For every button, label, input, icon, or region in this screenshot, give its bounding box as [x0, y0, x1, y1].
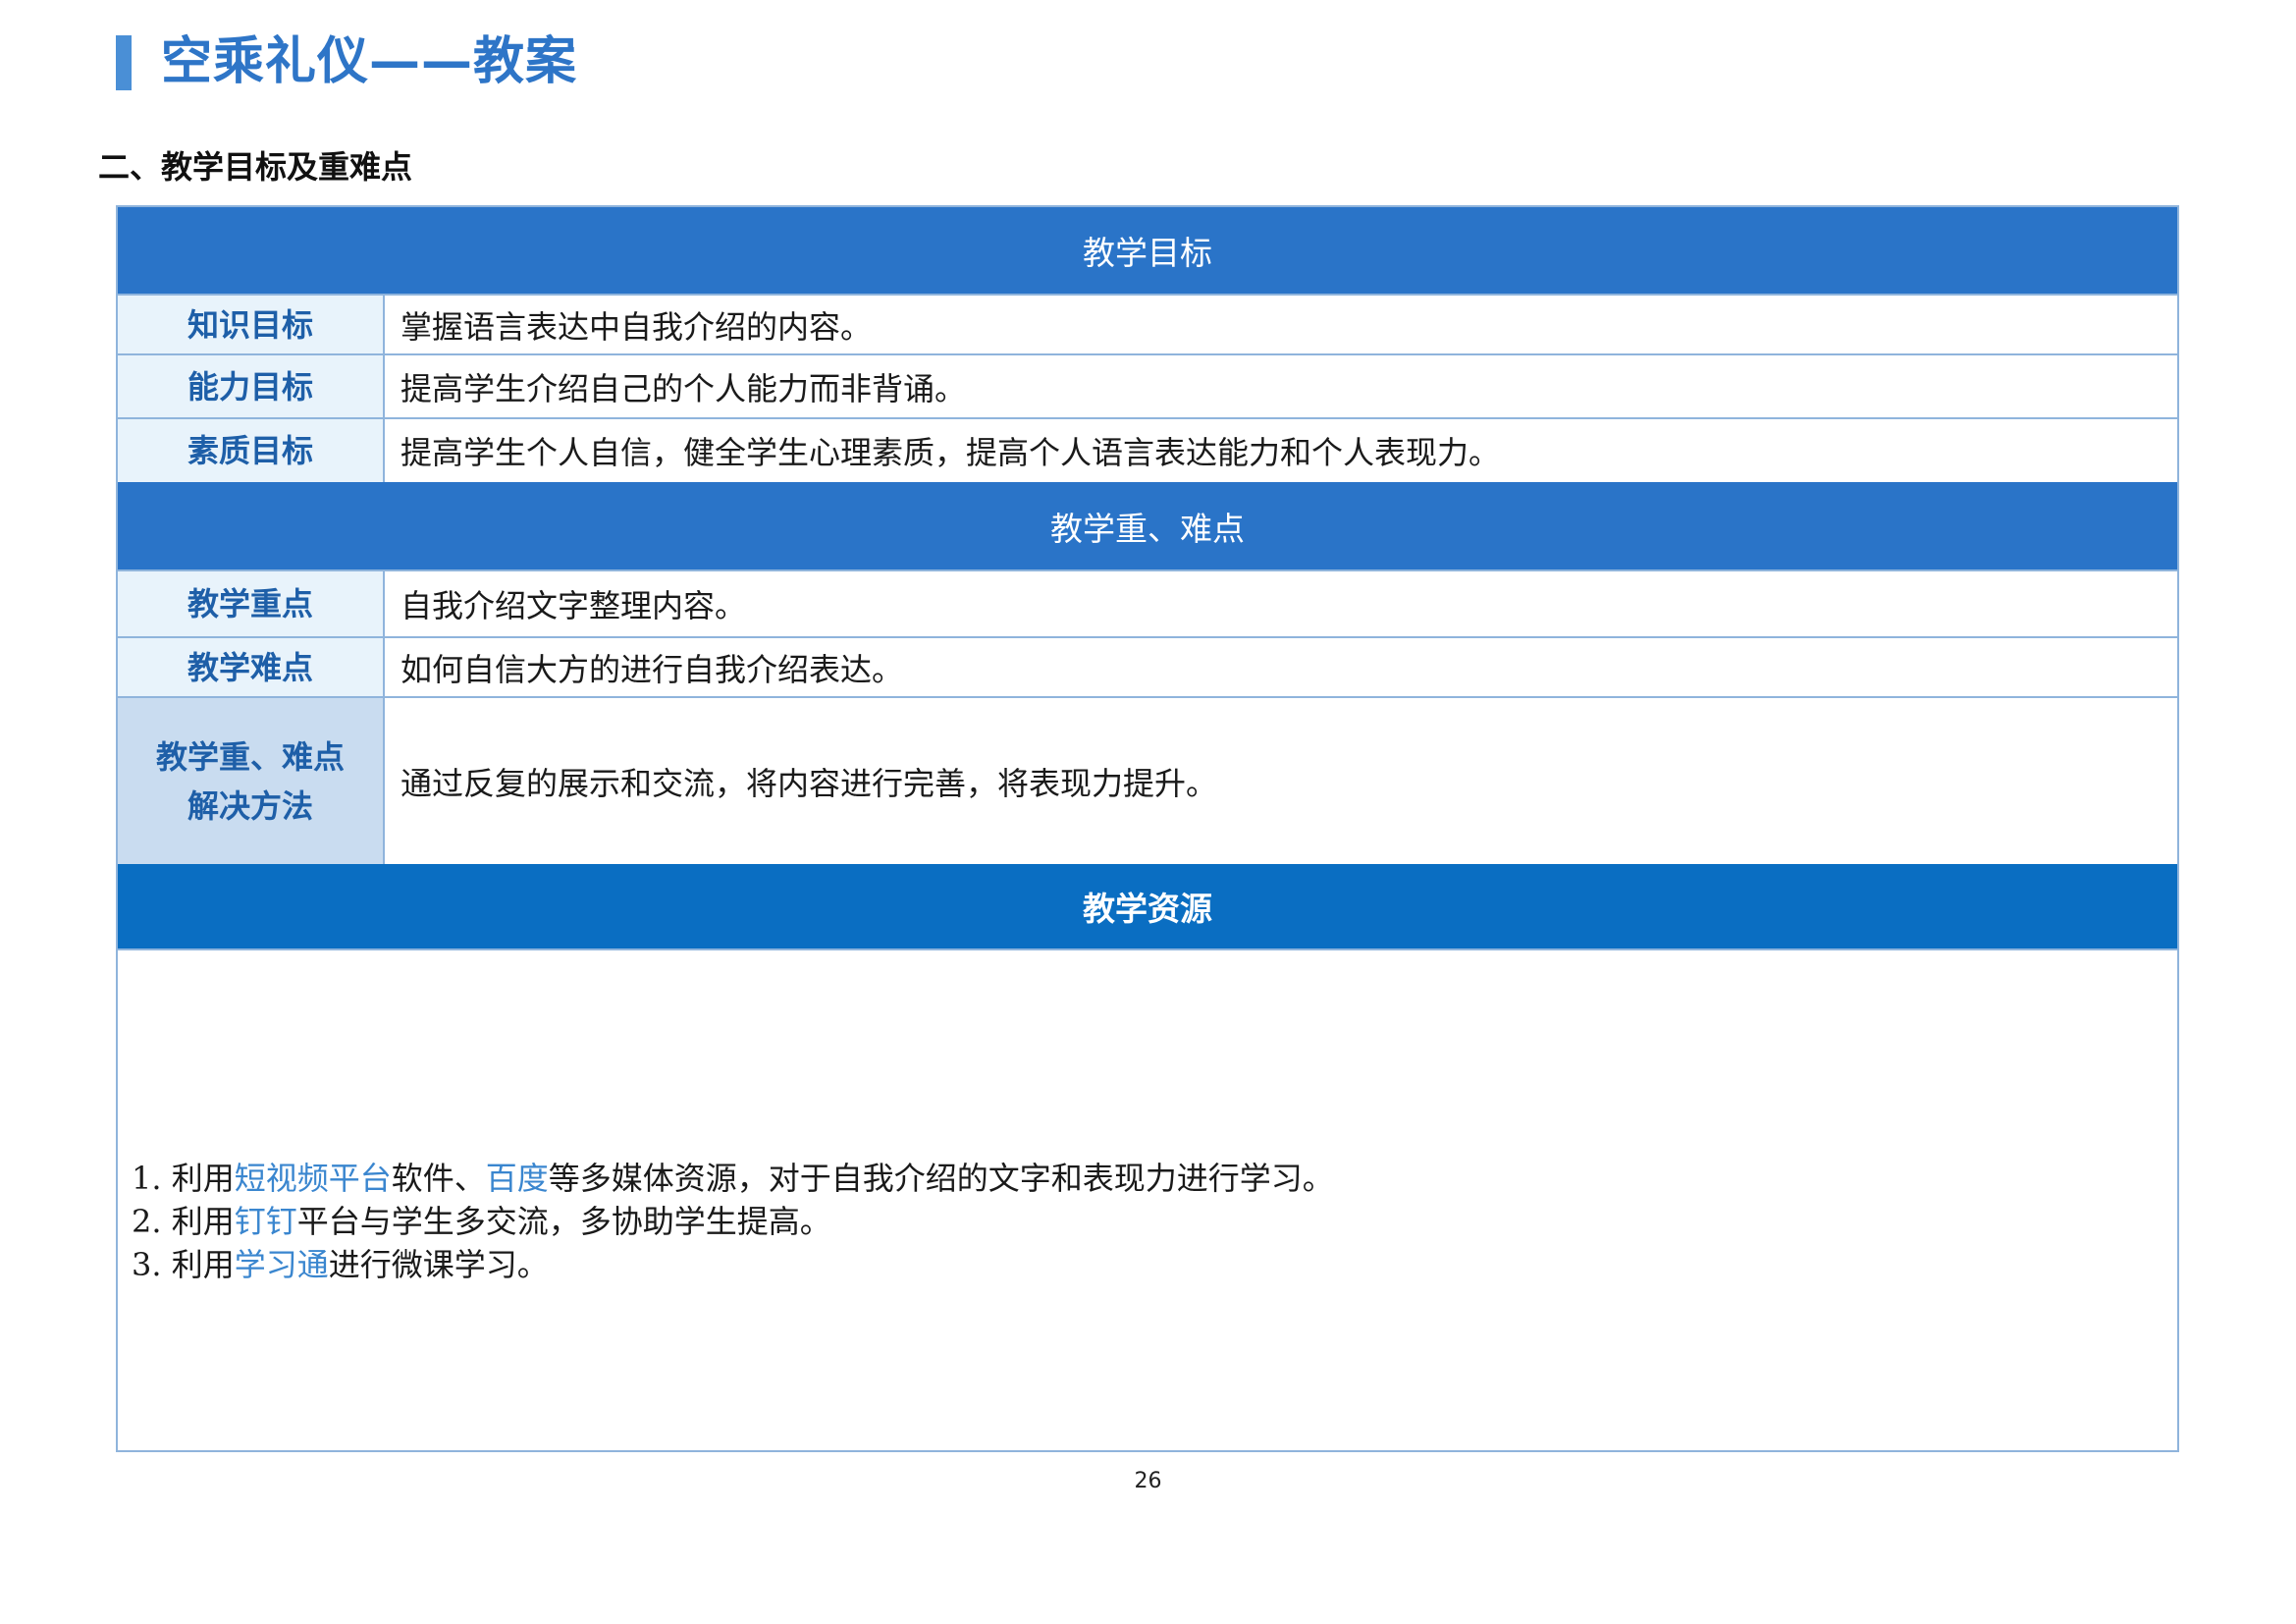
row-value-quality: 提高学生个人自信，健全学生心理素质，提高个人语言表达能力和个人表现力。 — [400, 434, 1501, 471]
resource-suffix: 进行微课学习。 — [328, 1246, 549, 1283]
table-row: 教学重、难点 解决方法 通过反复的展示和交流，将内容进行完善，将表现力提升。 — [118, 696, 2177, 864]
row-label-knowledge: 知识目标 — [118, 296, 385, 353]
title-accent-bar — [116, 35, 132, 90]
table-row: 知识目标 掌握语言表达中自我介绍的内容。 — [118, 294, 2177, 353]
document-title: 空乘礼仪——教案 — [161, 32, 578, 91]
list-item: 1. 利用短视频平台软件、百度等多媒体资源，对于自我介绍的文字和表现力进行学习。 — [132, 1157, 2177, 1200]
row-label-ability: 能力目标 — [118, 355, 385, 417]
row-value-difficult-point: 如何自信大方的进行自我介绍表达。 — [400, 650, 904, 688]
method-label-line1: 教学重、难点 — [155, 737, 345, 776]
list-item: 2. 利用钉钉平台与学生多交流，多协助学生提高。 — [132, 1200, 2177, 1243]
resource-suffix: 等多媒体资源，对于自我介绍的文字和表现力进行学习。 — [548, 1160, 1334, 1197]
resource-prefix: 3. 利用 — [132, 1246, 235, 1283]
page-number: 26 — [1134, 1469, 1162, 1493]
table-row: 素质目标 提高学生个人自信，健全学生心理素质，提高个人语言表达能力和个人表现力。 — [118, 417, 2177, 482]
resources-body: 1. 利用短视频平台软件、百度等多媒体资源，对于自我介绍的文字和表现力进行学习。… — [118, 948, 2177, 1450]
table-row: 教学重点 自我介绍文字整理内容。 — [118, 569, 2177, 636]
section-heading: 二、教学目标及重难点 — [98, 148, 413, 186]
key-points-header: 教学重、难点 — [118, 482, 2177, 569]
row-label-quality: 素质目标 — [118, 419, 385, 482]
resource-middle: 软件、 — [391, 1160, 486, 1197]
resource-highlight: 学习通 — [234, 1246, 329, 1283]
resource-highlight: 钉钉 — [234, 1203, 297, 1240]
row-label-method: 教学重、难点 解决方法 — [118, 698, 385, 864]
row-value-knowledge: 掌握语言表达中自我介绍的内容。 — [400, 307, 873, 346]
row-label-difficult-point: 教学难点 — [118, 638, 385, 696]
row-value-method: 通过反复的展示和交流，将内容进行完善，将表现力提升。 — [400, 764, 1218, 802]
resource-highlight: 百度 — [485, 1160, 549, 1197]
list-item: 3. 利用学习通进行微课学习。 — [132, 1243, 2177, 1286]
resource-suffix: 平台与学生多交流，多协助学生提高。 — [296, 1203, 831, 1240]
method-label-line2: 解决方法 — [187, 786, 313, 825]
resource-highlight: 短视频平台 — [234, 1160, 392, 1197]
resource-prefix: 1. 利用 — [132, 1160, 235, 1197]
resources-header: 教学资源 — [118, 864, 2177, 948]
table-row: 教学难点 如何自信大方的进行自我介绍表达。 — [118, 636, 2177, 696]
row-value-ability: 提高学生介绍自己的个人能力而非背诵。 — [400, 369, 967, 407]
row-value-key-point: 自我介绍文字整理内容。 — [400, 587, 747, 624]
table-row: 能力目标 提高学生介绍自己的个人能力而非背诵。 — [118, 353, 2177, 417]
row-label-key-point: 教学重点 — [118, 571, 385, 636]
resource-prefix: 2. 利用 — [132, 1203, 235, 1240]
objectives-header: 教学目标 — [118, 207, 2177, 294]
lesson-plan-table: 教学目标 知识目标 掌握语言表达中自我介绍的内容。 能力目标 提高学生介绍自己的… — [116, 205, 2179, 1452]
